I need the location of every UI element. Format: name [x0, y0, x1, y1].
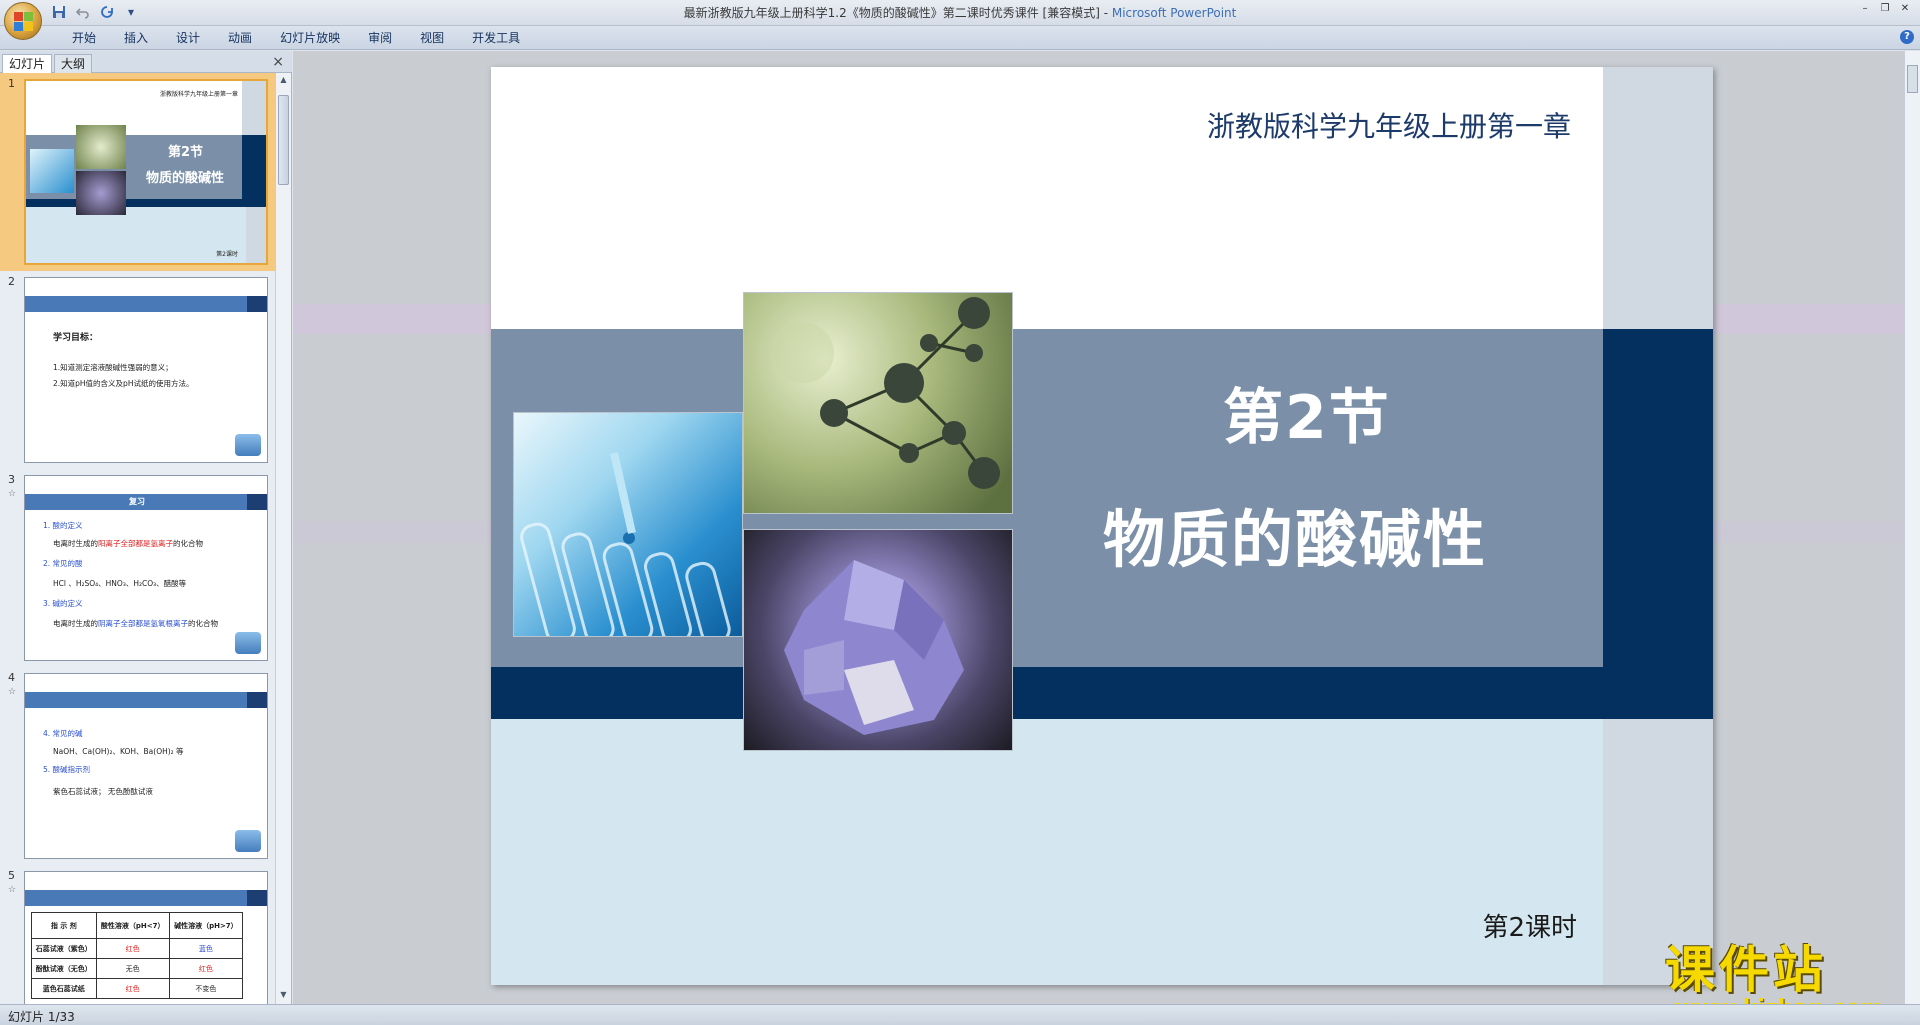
slide-bottom-area: [491, 719, 1603, 985]
scroll-down-icon[interactable]: ▼: [278, 990, 289, 1002]
thumb-item-head: 3. 碱的定义: [43, 599, 83, 608]
thumb-nav-icon: [235, 830, 261, 852]
scroll-thumb[interactable]: [278, 95, 289, 185]
thumb-item-head: 2. 常见的酸: [43, 559, 83, 568]
tab-insert[interactable]: 插入: [110, 30, 162, 46]
panel-tabs: 幻灯片 大纲 ×: [0, 51, 292, 73]
thumb-title-2: 物质的酸碱性: [146, 171, 225, 186]
slide-dark-band: [491, 667, 1713, 719]
thumb-item-head: 4. 常见的碱: [43, 729, 83, 738]
tab-view[interactable]: 视图: [406, 30, 458, 46]
thumbnail-list: 1 浙教版科学九年级上册第一章 第2节 物质的酸碱性 第2课时 2 学习目标： …: [0, 73, 276, 1004]
tab-slideshow[interactable]: 幻灯片放映: [266, 30, 354, 46]
thumb-nav-icon: [235, 434, 261, 456]
tab-outline[interactable]: 大纲: [54, 54, 93, 73]
slide-number: 2: [8, 275, 15, 288]
editor-scrollbar[interactable]: [1904, 51, 1920, 1004]
scroll-thumb[interactable]: [1907, 65, 1918, 93]
thumb-item-head: 5. 酸碱指示剂: [43, 765, 91, 774]
slide-number: 4: [8, 671, 15, 684]
scroll-up-icon[interactable]: ▲: [278, 75, 289, 87]
status-bar: 幻灯片 1/33: [0, 1004, 1920, 1025]
slide-number: 1: [8, 77, 15, 90]
office-logo-icon: [14, 12, 34, 32]
slide-number: 3: [8, 473, 15, 486]
tab-developer[interactable]: 开发工具: [458, 30, 534, 46]
thumbnail-slide-3[interactable]: 3 ☆ 复习 1. 酸的定义 电离时生成的阳离子全部都是氢离子的化合物 2. 常…: [0, 469, 276, 667]
minimize-icon[interactable]: –: [1856, 2, 1874, 16]
tab-slides[interactable]: 幻灯片: [2, 54, 53, 73]
help-icon[interactable]: ?: [1900, 30, 1914, 44]
office-button[interactable]: [4, 2, 42, 40]
thumbnail-scrollbar[interactable]: ▲ ▼: [275, 73, 291, 1004]
ribbon: 开始 插入 设计 动画 幻灯片放映 审阅 视图 开发工具 ?: [0, 26, 1920, 50]
thumb-title: 第2节: [168, 145, 204, 160]
thumbnail-slide-1[interactable]: 1 浙教版科学九年级上册第一章 第2节 物质的酸碱性 第2课时: [0, 73, 276, 271]
thumbnail-preview: 浙教版科学九年级上册第一章 第2节 物质的酸碱性 第2课时: [24, 79, 268, 265]
slide-dark-block: [1603, 329, 1713, 719]
slide-title[interactable]: 第2节: [1223, 369, 1391, 456]
thumb-heading: 学习目标：: [53, 333, 99, 343]
animation-star-icon: ☆: [8, 885, 17, 895]
thumb-header: 浙教版科学九年级上册第一章: [159, 91, 238, 98]
ribbon-tabs: 开始 插入 设计 动画 幻灯片放映 审阅 视图 开发工具: [58, 30, 534, 46]
tab-home[interactable]: 开始: [58, 30, 110, 46]
tab-design[interactable]: 设计: [162, 30, 214, 46]
title-bar: ▾ 最新浙教版九年级上册科学1.2《物质的酸碱性》第二课时优秀课件 [兼容模式]…: [0, 0, 1920, 40]
thumb-line: 2.知道pH值的含义及pH试纸的使用方法。: [53, 379, 194, 388]
thumb-item-body: NaOH、Ca(OH)₂、KOH、Ba(OH)₂ 等: [53, 747, 184, 756]
thumb-band-title: 复习: [129, 497, 145, 506]
crystal-image[interactable]: [743, 529, 1013, 751]
thumbnail-preview: 复习 1. 酸的定义 电离时生成的阳离子全部都是氢离子的化合物 2. 常见的酸 …: [24, 475, 268, 661]
slide-editor: 浙教版科学九年级上册第一章 第2节 物质的酸碱性 第2课时: [293, 51, 1904, 1004]
test-tubes-image[interactable]: [513, 412, 743, 637]
thumb-item-body: HCl 、H₂SO₄、HNO₃、H₂CO₃、醋酸等: [53, 579, 187, 588]
thumbnail-preview: 学习目标： 1.知道测定溶液酸碱性强弱的意义； 2.知道pH值的含义及pH试纸的…: [24, 277, 268, 463]
slides-panel: 幻灯片 大纲 × 1 浙教版科学九年级上册第一章 第2节 物质的酸碱性 第2课时: [0, 51, 292, 1004]
current-slide[interactable]: 浙教版科学九年级上册第一章 第2节 物质的酸碱性 第2课时: [491, 67, 1713, 985]
panel-close-icon[interactable]: ×: [272, 54, 284, 70]
thumb-line: 1.知道测定溶液酸碱性强弱的意义；: [53, 363, 173, 372]
slide-subtitle[interactable]: 浙教版科学九年级上册第一章: [1207, 105, 1571, 145]
animation-star-icon: ☆: [8, 687, 17, 697]
window-controls: – ❐ ✕: [1856, 2, 1914, 16]
tab-animations[interactable]: 动画: [214, 30, 266, 46]
slide-title-2[interactable]: 物质的酸碱性: [1103, 489, 1487, 579]
slide-number: 5: [8, 869, 15, 882]
thumb-footer: 第2课时: [216, 251, 238, 258]
thumbnail-preview: 指 示 剂 酸性溶液（pH<7） 碱性溶液（pH>7） 石蕊试液（紫色） 红色 …: [24, 871, 268, 1004]
thumb-item-head: 1. 酸的定义: [43, 521, 83, 530]
close-icon[interactable]: ✕: [1896, 2, 1914, 16]
slide-lesson-label[interactable]: 第2课时: [1482, 907, 1577, 944]
thumb-nav-icon: [235, 632, 261, 654]
tab-review[interactable]: 审阅: [354, 30, 406, 46]
animation-star-icon: ☆: [8, 489, 17, 499]
thumbnail-slide-5[interactable]: 5 ☆ 指 示 剂 酸性溶液（pH<7） 碱性溶液（pH>7） 石蕊试液（紫色）…: [0, 865, 276, 1004]
slide-indicator: 幻灯片 1/33: [8, 1010, 75, 1024]
molecule-image[interactable]: [743, 292, 1013, 514]
thumbnail-slide-4[interactable]: 4 ☆ 4. 常见的碱 NaOH、Ca(OH)₂、KOH、Ba(OH)₂ 等 5…: [0, 667, 276, 865]
thumbnail-slide-2[interactable]: 2 学习目标： 1.知道测定溶液酸碱性强弱的意义； 2.知道pH值的含义及pH试…: [0, 271, 276, 469]
watermark-text: 课件站: [1665, 941, 1827, 999]
thumb-item-body: 紫色石蕊试液； 无色酚酞试液: [53, 787, 153, 796]
thumbnail-preview: 4. 常见的碱 NaOH、Ca(OH)₂、KOH、Ba(OH)₂ 等 5. 酸碱…: [24, 673, 268, 859]
thumb-table: 指 示 剂 酸性溶液（pH<7） 碱性溶液（pH>7） 石蕊试液（紫色） 红色 …: [31, 912, 244, 999]
window-title: 最新浙教版九年级上册科学1.2《物质的酸碱性》第二课时优秀课件 [兼容模式] -…: [683, 6, 1237, 20]
restore-icon[interactable]: ❐: [1876, 2, 1894, 16]
